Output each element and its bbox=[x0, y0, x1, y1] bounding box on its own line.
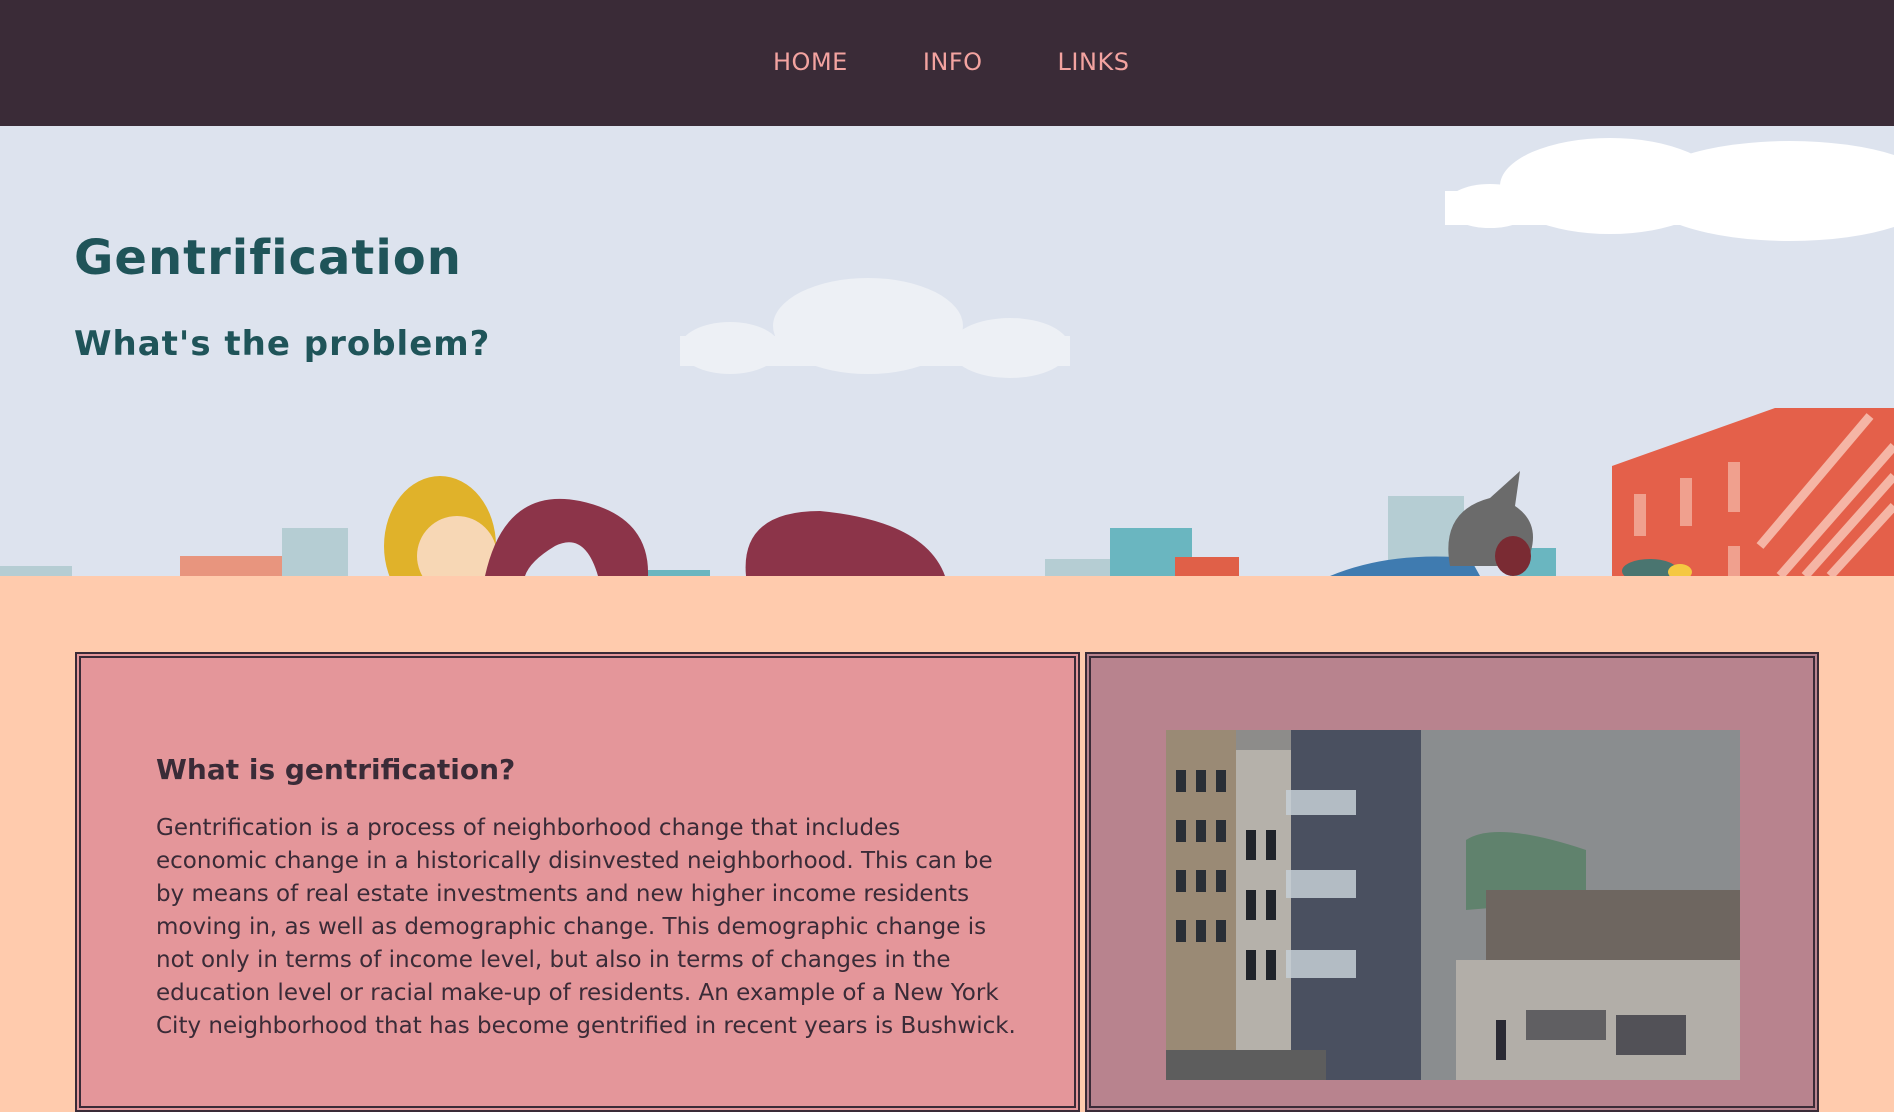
person-figure bbox=[745, 511, 945, 576]
info-card: What is gentrification? Gentrification i… bbox=[75, 652, 1080, 1112]
nav-link-info[interactable]: INFO bbox=[923, 48, 983, 76]
nav-list: HOME INFO LINKS bbox=[773, 48, 1204, 76]
person-arm bbox=[485, 498, 649, 576]
bushwick-street-photo bbox=[1166, 730, 1740, 1080]
main-content: What is gentrification? Gentrification i… bbox=[0, 576, 1894, 1112]
hero-banner: Gentrification What's the problem? bbox=[0, 126, 1894, 576]
building-shape bbox=[1175, 557, 1239, 576]
building-shape bbox=[1045, 559, 1120, 576]
cloud-middle bbox=[680, 278, 1070, 378]
nav-link-links[interactable]: LINKS bbox=[1058, 48, 1130, 76]
nav-item-home: HOME bbox=[773, 48, 848, 76]
cloud-right bbox=[1445, 138, 1894, 241]
building-shape bbox=[282, 528, 348, 576]
photo-card bbox=[1085, 652, 1819, 1112]
page-subtitle: What's the problem? bbox=[74, 324, 491, 364]
street-photo-image bbox=[1166, 730, 1740, 1080]
person-face bbox=[1495, 536, 1531, 576]
page-title: Gentrification bbox=[74, 230, 462, 286]
building-shape bbox=[0, 566, 72, 576]
card-heading: What is gentrification? bbox=[156, 753, 516, 786]
nav-item-info: INFO bbox=[923, 48, 983, 76]
card-body-text: Gentrification is a process of neighborh… bbox=[156, 815, 1016, 1039]
nav-link-home[interactable]: HOME bbox=[773, 48, 848, 76]
top-navigation-bar: HOME INFO LINKS bbox=[0, 0, 1894, 126]
nav-item-links: LINKS bbox=[1058, 48, 1130, 76]
building-shape bbox=[180, 556, 298, 576]
